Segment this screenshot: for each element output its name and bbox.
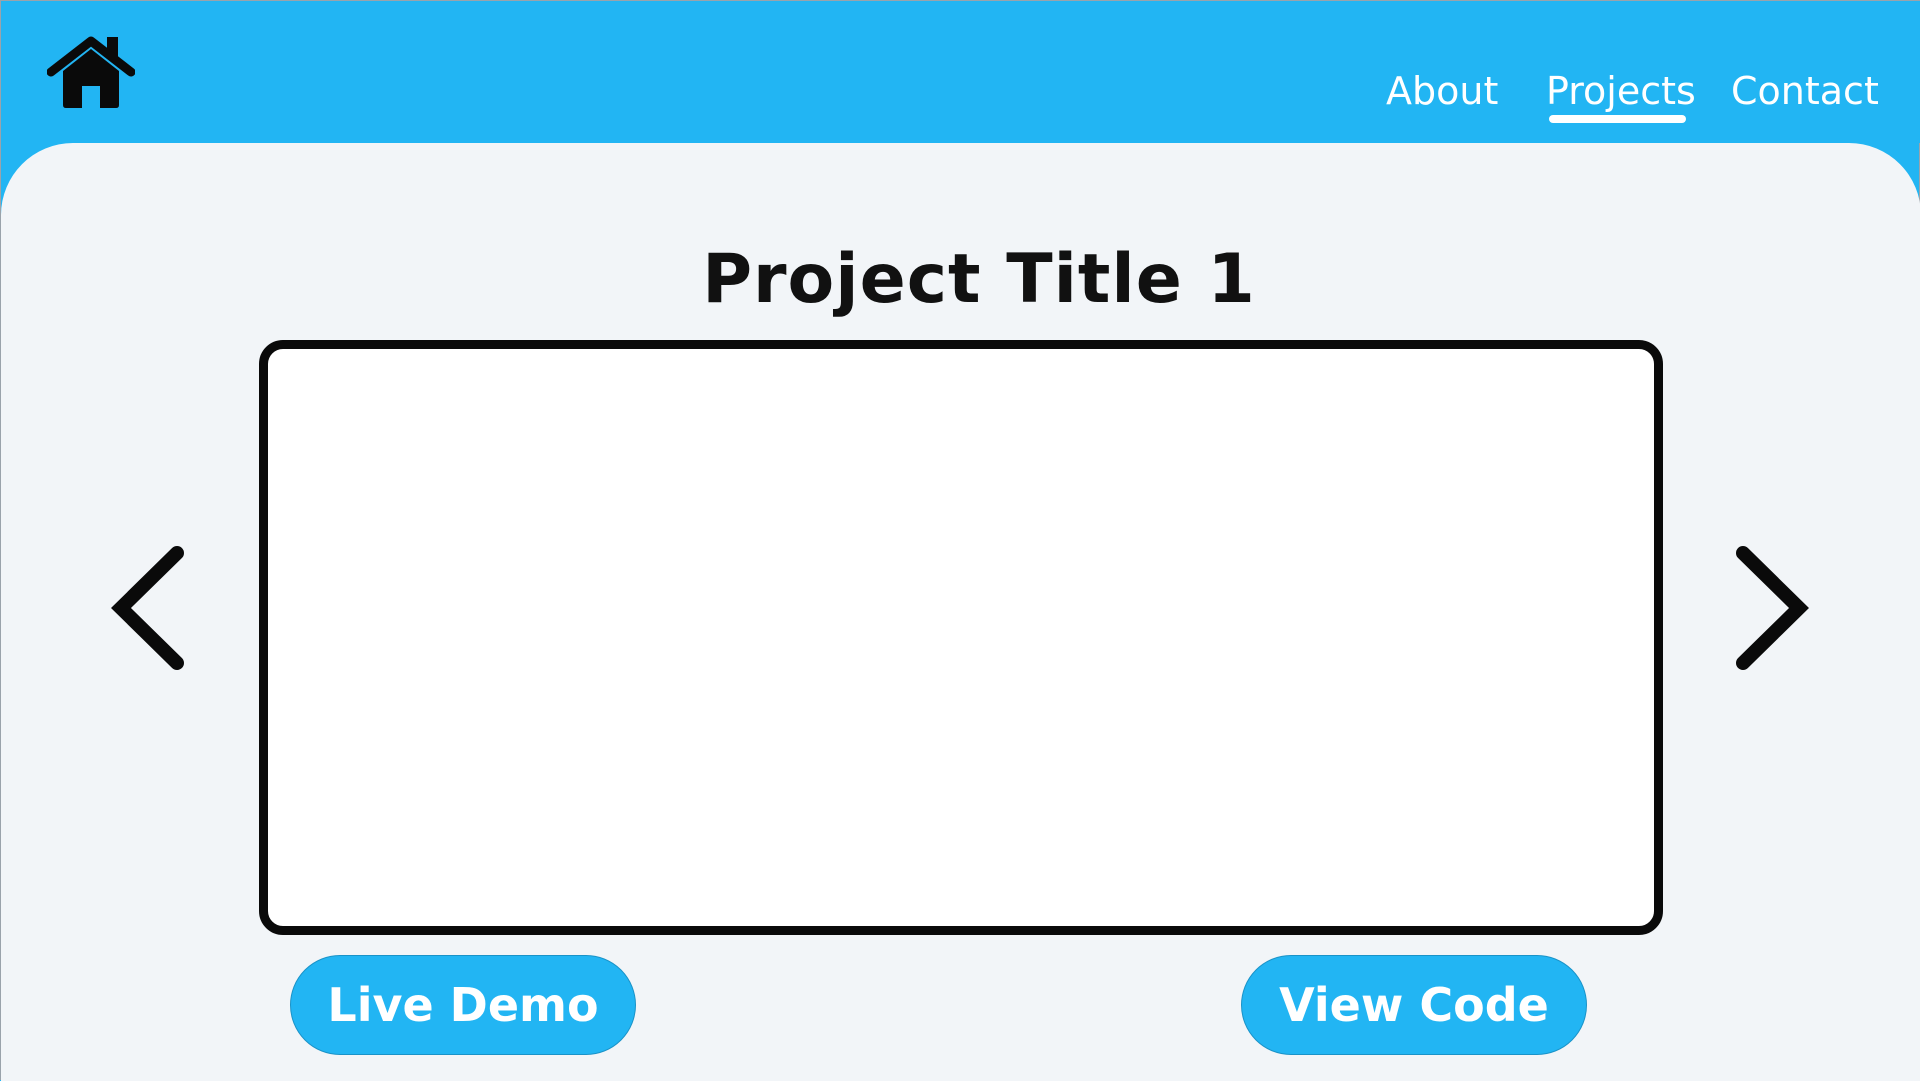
app-window: About Projects Contact Project Title 1 L… [0, 0, 1920, 1081]
active-nav-underline [1549, 115, 1686, 123]
chevron-left-icon [111, 546, 184, 670]
nav-about-link[interactable]: About [1386, 63, 1498, 119]
previous-project-button[interactable] [109, 543, 189, 673]
main-nav: About Projects Contact [1, 63, 1920, 123]
project-title: Project Title 1 [702, 240, 1256, 319]
live-demo-button[interactable]: Live Demo [290, 955, 636, 1055]
next-project-button[interactable] [1731, 543, 1811, 673]
project-preview-frame [259, 340, 1663, 935]
nav-projects-link[interactable]: Projects [1546, 63, 1696, 119]
nav-contact-link[interactable]: Contact [1731, 63, 1879, 119]
view-code-button[interactable]: View Code [1241, 955, 1587, 1055]
top-navbar: About Projects Contact [1, 1, 1920, 143]
chevron-right-icon [1736, 546, 1809, 670]
projects-section: Project Title 1 Live Demo View Code [1, 143, 1920, 1081]
